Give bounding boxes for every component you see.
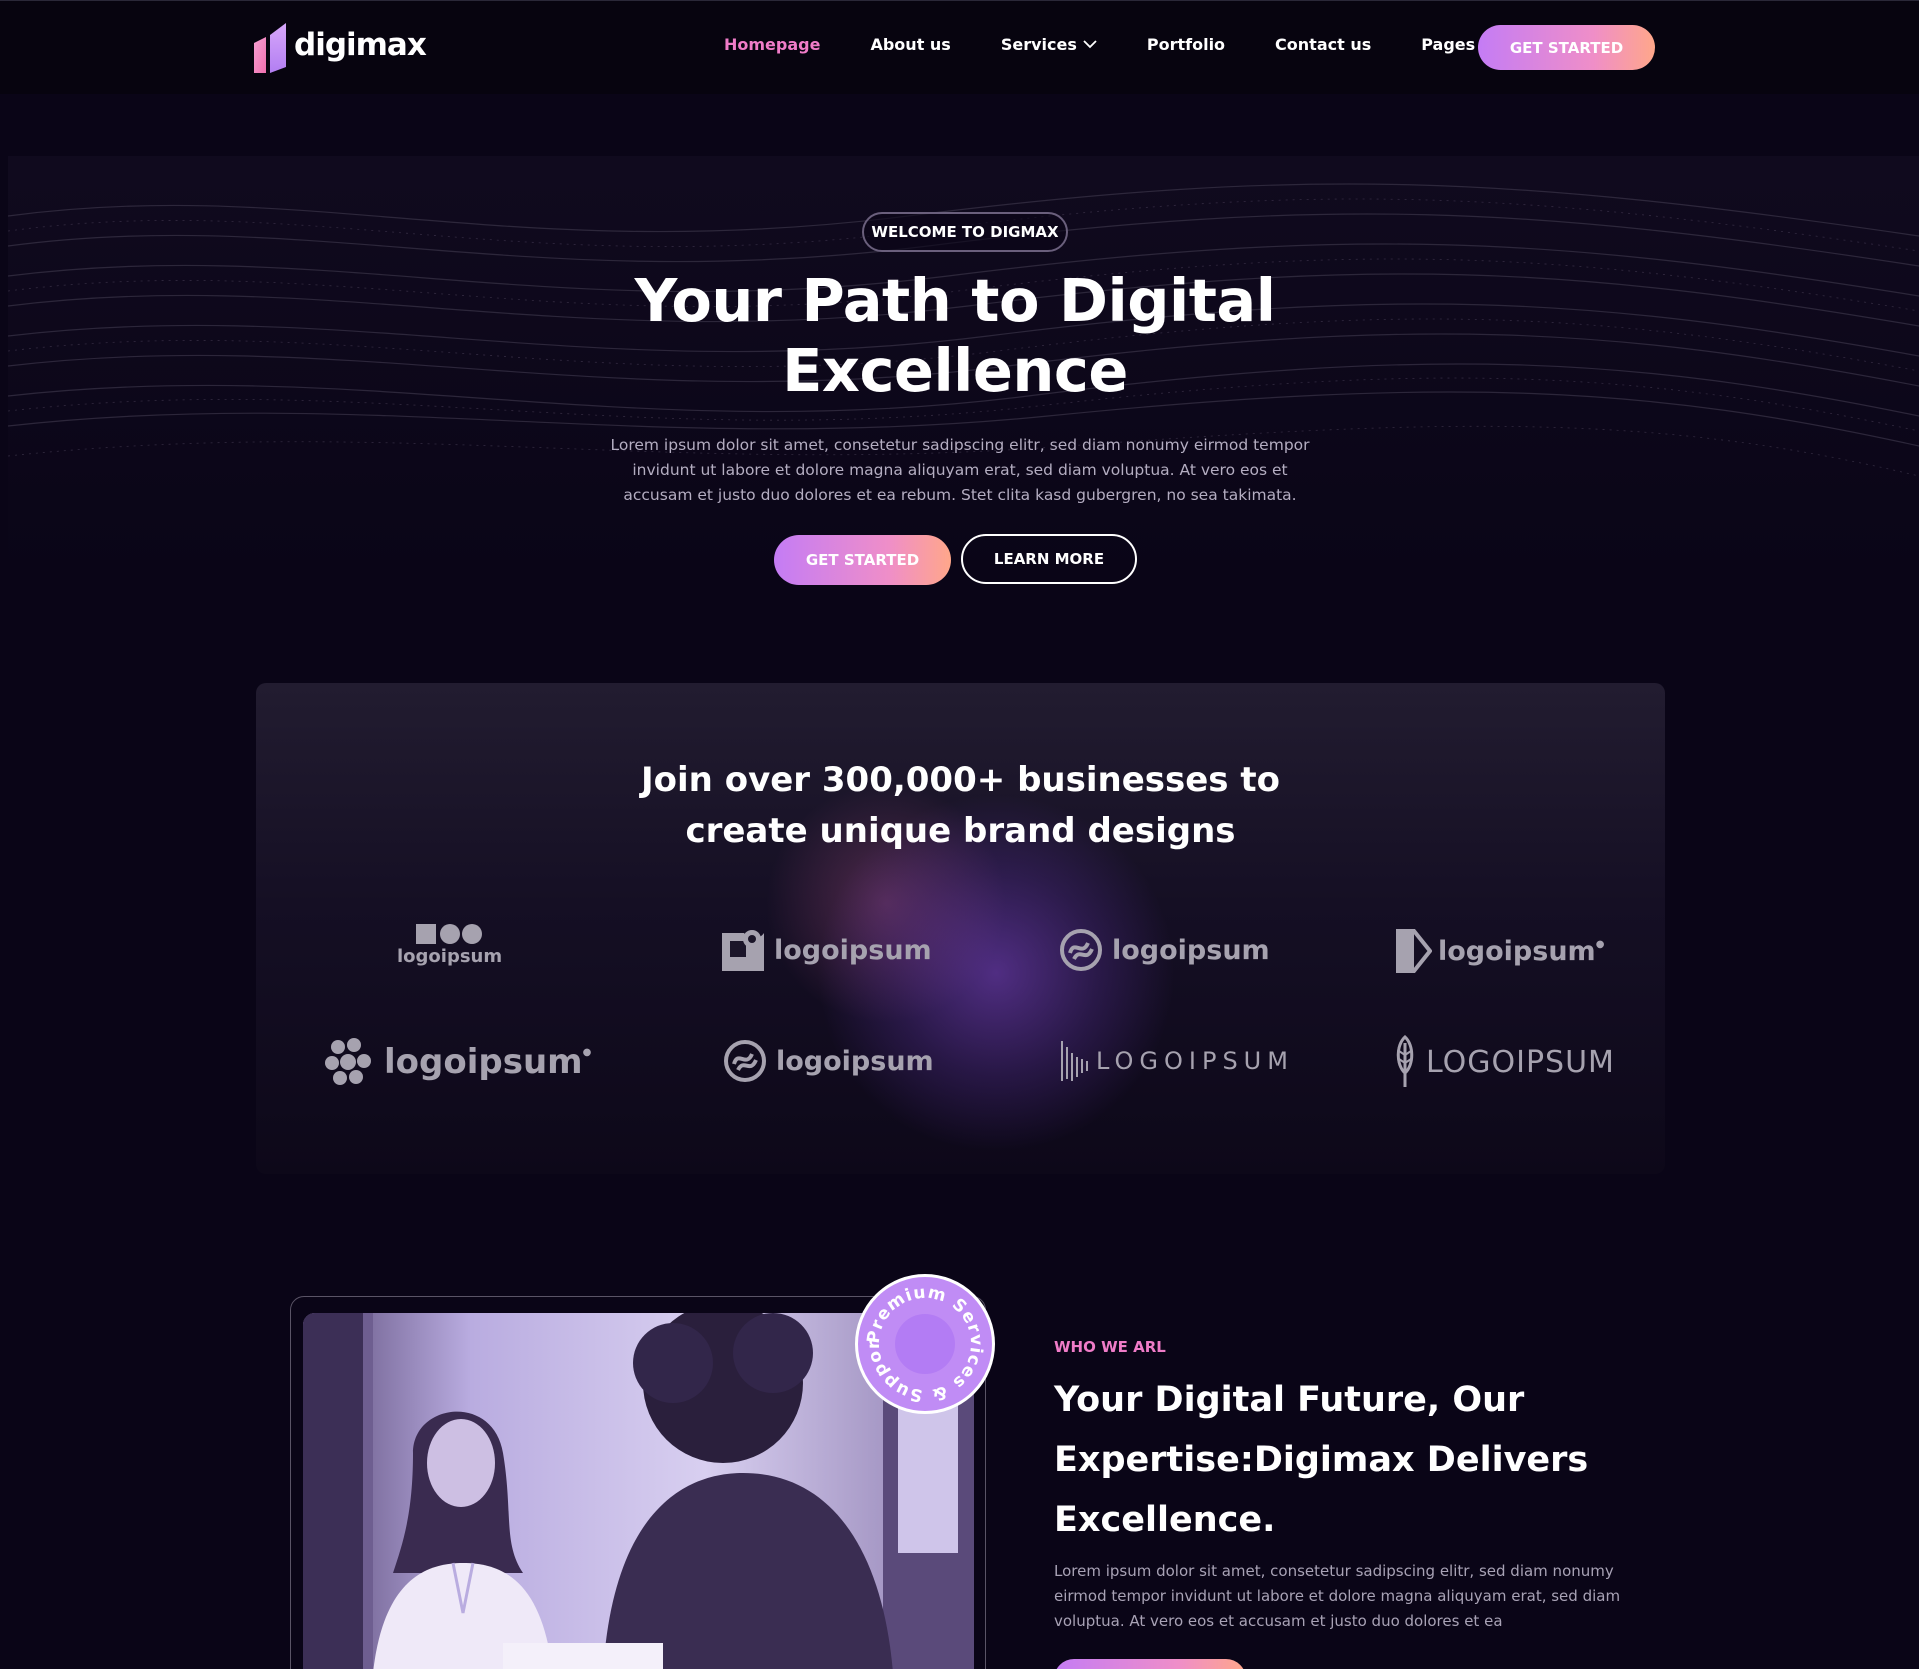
logo-mark-icon <box>254 23 286 73</box>
hero-title: Your Path to Digital Excellence <box>560 266 1350 406</box>
nav-link-label: Contact us <box>1275 35 1372 54</box>
partner-logo-5: logoipsum ● <box>324 1037 591 1087</box>
rotating-text-badge: Premium Services & Support <box>853 1262 985 1405</box>
partner-logo-label: logoipsum <box>774 934 932 966</box>
partner-logo-6: logoipsum <box>722 1038 934 1084</box>
nav-link-label: Services <box>1000 35 1077 54</box>
nav-link-label: About us <box>870 35 951 54</box>
partner-logo-7: LOGOIPSUM <box>1060 1039 1294 1083</box>
nav-link-homepage[interactable]: Homepage <box>724 35 820 54</box>
about-description: Lorem ipsum dolor sit amet, consetetur s… <box>1054 1562 1621 1630</box>
registered-icon: ● <box>582 1046 592 1058</box>
partner-logo-2: logoipsum <box>720 927 932 973</box>
welcome-badge: WELCOME TO DIGMAX <box>862 212 1068 252</box>
partner-logo-label: logoipsum <box>776 1045 934 1077</box>
partner-logo-8: LOGOIPSUM <box>1394 1035 1615 1089</box>
nav-link-contact[interactable]: Contact us <box>1275 35 1371 54</box>
brand-logo[interactable]: digimax <box>252 15 427 75</box>
registered-icon: ● <box>1595 938 1605 950</box>
nav-link-portfolio[interactable]: Portfolio <box>1147 35 1225 54</box>
chevron-down-icon <box>1083 40 1097 49</box>
hero-title-line1: Your Path to Digital <box>634 266 1276 335</box>
about-cta-button[interactable] <box>1054 1659 1246 1669</box>
partner-logo-label: LOGOIPSUM <box>1426 1044 1615 1080</box>
nav-link-label: Pages <box>1421 35 1476 54</box>
swirl-circle-icon <box>724 1040 766 1082</box>
partners-title: Join over 300,000+ businesses to create … <box>256 755 1665 857</box>
partners-title-line2: create unique brand designs <box>685 811 1236 851</box>
brand-name: digimax <box>294 27 427 63</box>
partners-section: Join over 300,000+ businesses to create … <box>256 683 1665 1174</box>
shapes-icon <box>415 924 482 944</box>
nav-link-services[interactable]: Services <box>1001 35 1097 54</box>
about-eyebrow: WHO WE ARL <box>1054 1338 1166 1356</box>
top-navigation: digimax Homepage About us Services Portf… <box>0 0 1919 94</box>
square-circle-icon <box>722 930 764 971</box>
nav-link-label: Portfolio <box>1146 35 1226 54</box>
hero-learn-more-button[interactable]: LEARN MORE <box>961 534 1137 584</box>
partner-logo-label: logoipsum <box>1438 935 1596 967</box>
hero-title-line2: Excellence <box>782 336 1128 405</box>
soundbars-icon <box>1061 1041 1088 1081</box>
partners-title-line1: Join over 300,000+ businesses to <box>641 760 1280 800</box>
partner-logo-4: logoipsum ● <box>1394 927 1604 975</box>
swirl-circle-icon <box>1060 929 1102 971</box>
partner-logo-label: logoipsum <box>1112 934 1270 966</box>
partner-logo-label: logoipsum <box>384 1042 583 1082</box>
nav-link-about[interactable]: About us <box>870 35 950 54</box>
bubbles-icon <box>325 1038 371 1085</box>
page: digimax Homepage About us Services Portf… <box>0 0 1919 1669</box>
about-title: Your Digital Future, Our Expertise:Digim… <box>1054 1380 1589 1540</box>
hero-subtitle: Lorem ipsum dolor sit amet, consetetur s… <box>610 436 1310 504</box>
premium-services-stamp: Premium Services & Support <box>853 1262 995 1414</box>
hero-get-started-button[interactable]: GET STARTED <box>774 535 951 585</box>
nav-link-label: Homepage <box>724 35 821 54</box>
partner-logo-label: logoipsum <box>397 946 503 967</box>
half-hexagon-icon <box>1396 929 1432 973</box>
feather-icon <box>1396 1035 1414 1087</box>
partner-logo-3: logoipsum <box>1058 927 1270 973</box>
nav-menu: Homepage About us Services Portfolio Con… <box>724 35 1545 54</box>
nav-get-started-button[interactable]: GET STARTED <box>1478 25 1655 70</box>
partner-logo-label: LOGOIPSUM <box>1096 1047 1294 1075</box>
partner-logo-1: logoipsum <box>397 923 502 967</box>
